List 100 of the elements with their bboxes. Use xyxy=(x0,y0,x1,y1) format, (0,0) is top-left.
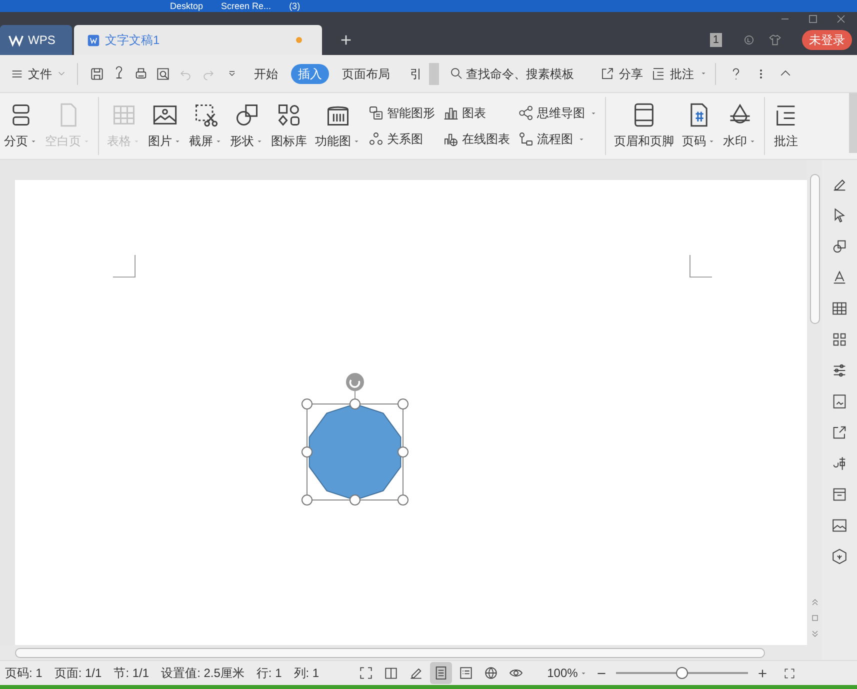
resize-handle[interactable] xyxy=(398,494,408,506)
rotate-handle-icon[interactable] xyxy=(346,373,364,391)
fit-window-icon[interactable] xyxy=(782,666,796,680)
taskbar-item[interactable]: (3) xyxy=(289,0,300,12)
scrollbar-thumb[interactable] xyxy=(15,648,765,658)
ribbon-button[interactable]: 关系图 xyxy=(368,130,435,148)
save-icon[interactable] xyxy=(89,66,105,82)
status-item: 设置值: 2.5厘米 xyxy=(160,665,246,682)
zoom-in-icon[interactable] xyxy=(756,666,769,680)
status-item: 页面: 1/1 xyxy=(53,665,103,682)
smart-graphic-icon xyxy=(368,105,384,121)
zoom-dropdown[interactable]: 100% xyxy=(547,664,587,682)
caret-icon xyxy=(749,138,756,144)
ribbon-button[interactable]: 思维导图 xyxy=(518,104,597,122)
scissors-icon xyxy=(192,102,218,128)
mind-map-icon xyxy=(518,105,534,121)
caret-icon xyxy=(30,138,37,144)
archive-icon[interactable] xyxy=(831,486,848,503)
search-icon xyxy=(449,66,464,81)
next-page-icon[interactable] xyxy=(810,629,820,639)
taskbar-item[interactable]: Screen Re... xyxy=(221,0,272,12)
ribbon-button[interactable]: 图表 xyxy=(443,104,510,122)
resize-handle[interactable] xyxy=(302,446,312,458)
view-mode-button[interactable] xyxy=(430,662,452,684)
resize-handle[interactable] xyxy=(302,494,312,506)
bar-chart-icon xyxy=(443,105,459,121)
caret-icon xyxy=(708,138,715,144)
flowchart-icon xyxy=(518,131,534,147)
ribbon-tab[interactable]: 页面布局 xyxy=(335,64,397,84)
fullscreen-icon xyxy=(358,665,374,681)
caret-icon xyxy=(256,138,263,144)
resize-handle[interactable] xyxy=(398,398,408,410)
table-icon[interactable] xyxy=(831,300,848,317)
shirt-icon[interactable] xyxy=(768,33,782,47)
file-menu-button[interactable]: 文件 xyxy=(0,60,77,86)
ribbon-button[interactable]: 形状 xyxy=(226,93,267,159)
caret-icon xyxy=(353,138,360,144)
sliders-icon[interactable] xyxy=(831,362,848,379)
search-field[interactable]: 查找命令、搜素模板 xyxy=(449,62,574,84)
comment-button[interactable]: 批注 xyxy=(651,64,707,82)
caret-icon xyxy=(133,138,140,144)
caret-icon xyxy=(215,138,222,144)
caret-icon xyxy=(83,138,90,144)
previous-page-icon[interactable] xyxy=(810,597,820,607)
decagon-shape[interactable] xyxy=(308,403,402,501)
picture-icon[interactable] xyxy=(831,517,848,534)
resize-handle[interactable] xyxy=(398,446,408,458)
ribbon-tab[interactable]: 引 xyxy=(403,64,429,84)
resize-handle[interactable] xyxy=(350,398,360,410)
share-button[interactable]: 分享 xyxy=(600,64,643,82)
ribbon-button[interactable]: 页眉和页脚 xyxy=(610,93,678,159)
ribbon-button[interactable]: 图标库 xyxy=(267,93,311,159)
ribbon-tab[interactable]: 开始 xyxy=(247,64,285,84)
ribbon-button[interactable]: 页码 xyxy=(678,93,719,159)
caret-icon xyxy=(578,136,585,142)
ribbon-button[interactable]: 功能图 xyxy=(311,93,364,159)
status-item: 节: 1/1 xyxy=(112,665,150,682)
outline-icon xyxy=(458,665,474,681)
book-icon xyxy=(383,665,400,681)
text-style-icon[interactable] xyxy=(831,269,848,286)
icon-library-icon xyxy=(276,102,302,128)
margin-corner-mark xyxy=(689,255,712,278)
shapes-icon xyxy=(234,102,260,128)
ribbon-button[interactable]: 在线图表 xyxy=(443,130,510,148)
login-button[interactable]: 未登录 xyxy=(802,30,852,50)
ribbon-tab[interactable]: 插入 xyxy=(291,64,329,84)
document-icon xyxy=(86,32,101,48)
ribbon-button[interactable]: 图片 xyxy=(144,93,185,159)
shapes-icon[interactable] xyxy=(831,238,848,255)
status-item: 行: 1 xyxy=(255,665,283,682)
caret-icon xyxy=(700,70,707,77)
relation-diagram-icon xyxy=(368,131,384,147)
slider-thumb[interactable] xyxy=(676,667,688,679)
globe-icon xyxy=(483,665,500,681)
print-icon[interactable] xyxy=(133,66,149,82)
share-icon xyxy=(600,66,615,81)
status-item: 页码: 1 xyxy=(4,665,44,682)
online-chart-icon xyxy=(443,131,459,147)
ribbon-button[interactable]: 水印 xyxy=(719,93,760,159)
maximize-icon[interactable] xyxy=(807,12,819,24)
ribbon-button[interactable]: 截屏 xyxy=(185,93,226,159)
comment-icon xyxy=(651,66,666,81)
scrollbar-thumb[interactable] xyxy=(810,174,820,324)
status-item: 列: 1 xyxy=(292,665,320,682)
resize-handle[interactable] xyxy=(350,494,360,506)
ribbon-button[interactable]: 批注 xyxy=(769,93,803,159)
margin-corner-mark xyxy=(113,255,136,278)
ribbon-button[interactable]: 分页 xyxy=(0,93,41,159)
taskbar-item[interactable]: Desktop xyxy=(170,0,204,12)
close-icon[interactable] xyxy=(835,12,847,24)
ribbon-button[interactable]: 智能图形 xyxy=(368,104,435,122)
share-icon[interactable] xyxy=(831,424,848,441)
grid-icon[interactable] xyxy=(831,331,848,348)
image-stack-icon[interactable] xyxy=(831,393,848,410)
document-tab[interactable]: WPS xyxy=(0,25,72,55)
page-count-badge: 1 xyxy=(710,33,722,47)
resize-handle[interactable] xyxy=(302,398,312,410)
ribbon-button[interactable]: 流程图 xyxy=(518,130,597,148)
caret-icon xyxy=(580,670,587,676)
print-preview-icon[interactable] xyxy=(155,66,171,82)
